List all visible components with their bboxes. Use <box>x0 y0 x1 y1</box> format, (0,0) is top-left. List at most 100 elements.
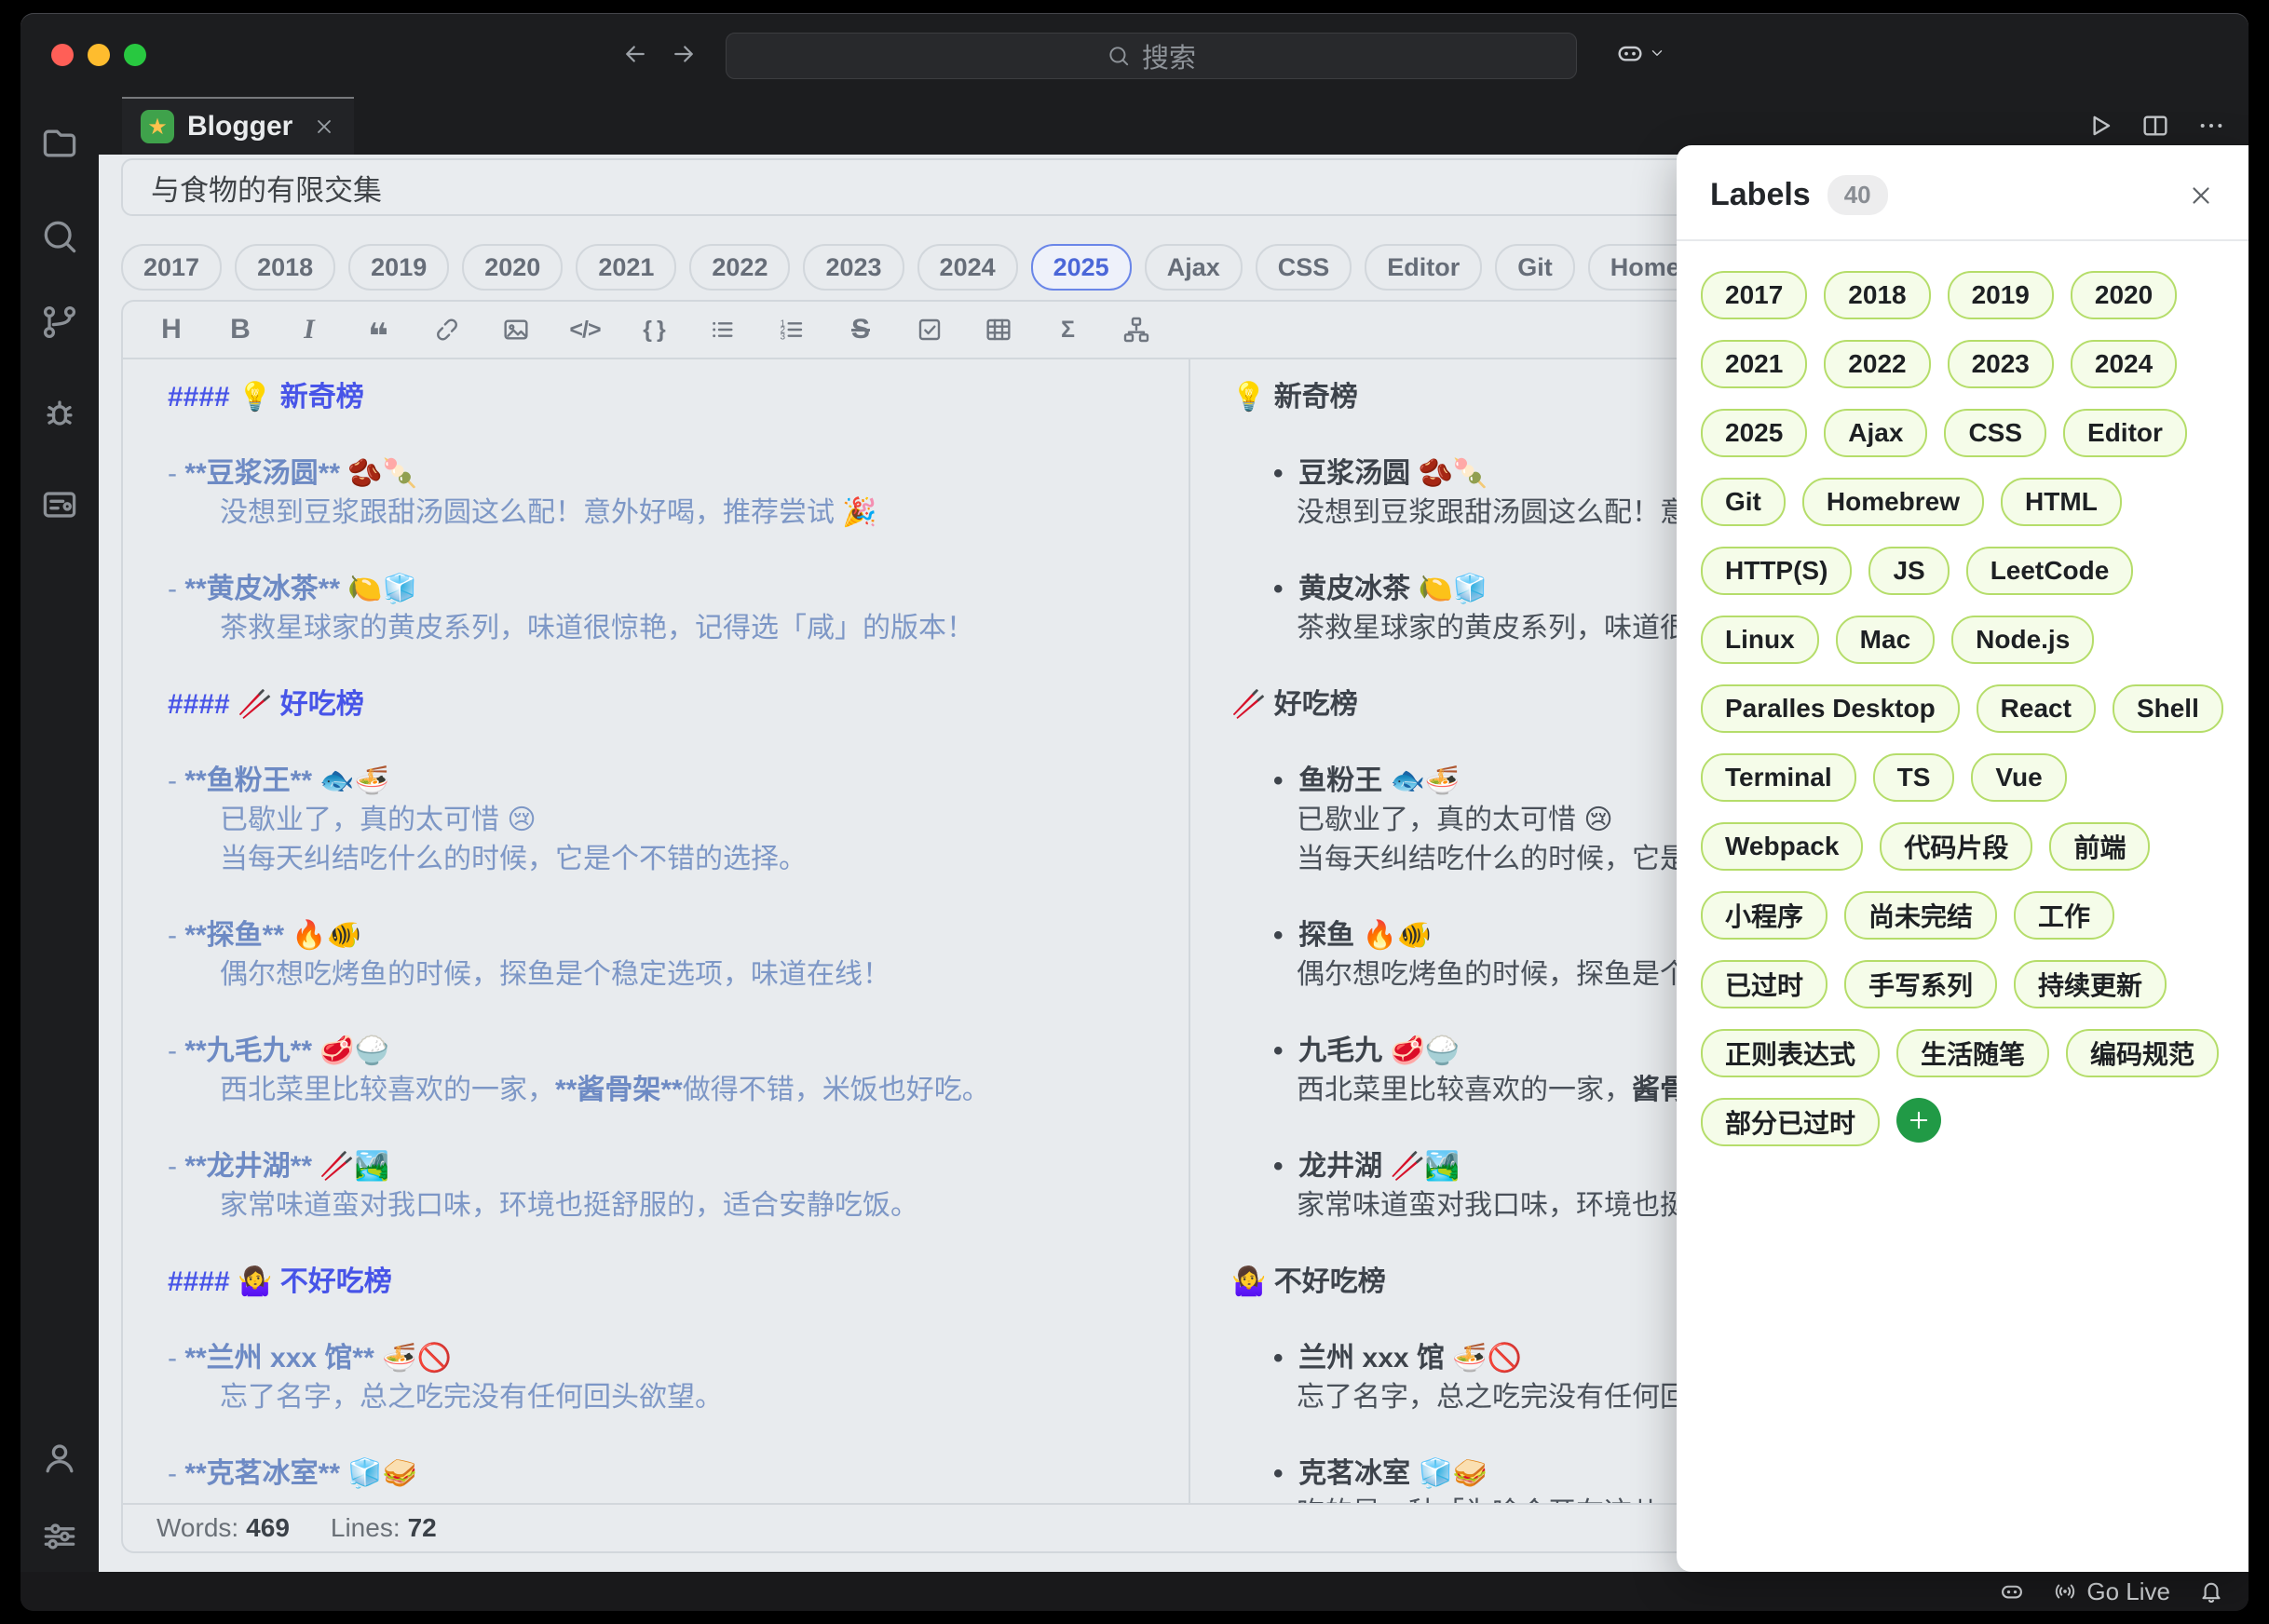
label-chip-Terminal[interactable]: Terminal <box>1701 753 1856 802</box>
go-live-label: Go Live <box>2086 1577 2170 1606</box>
label-chip-已过时[interactable]: 已过时 <box>1701 960 1827 1008</box>
label-chip-Mac[interactable]: Mac <box>1836 616 1935 664</box>
filter-chip-2023[interactable]: 2023 <box>803 244 904 291</box>
label-chip-CSS[interactable]: CSS <box>1944 409 2046 457</box>
copilot-menu[interactable] <box>1615 38 1665 68</box>
image-icon[interactable] <box>499 315 533 345</box>
filter-chip-2021[interactable]: 2021 <box>576 244 676 291</box>
filter-chip-2024[interactable]: 2024 <box>917 244 1018 291</box>
sigma-icon[interactable]: Σ <box>1051 317 1084 344</box>
label-chip-Webpack[interactable]: Webpack <box>1701 822 1863 871</box>
code-icon[interactable]: </> <box>568 317 602 344</box>
flowchart-icon[interactable] <box>1120 315 1153 345</box>
list-ol-icon[interactable]: 123 <box>775 315 808 345</box>
chevron-down-icon <box>1649 45 1665 61</box>
source-control-icon[interactable] <box>39 302 80 343</box>
label-chip-正则表达式[interactable]: 正则表达式 <box>1701 1029 1880 1077</box>
filter-chip-2020[interactable]: 2020 <box>462 244 563 291</box>
minimize-window-button[interactable] <box>88 44 110 66</box>
markdown-source-pane[interactable]: #### 💡 新奇榜- **豆浆汤圆** 🫘🍡没想到豆浆跟甜汤圆这么配！意外好喝… <box>123 359 1190 1503</box>
label-chip-2025[interactable]: 2025 <box>1701 409 1807 457</box>
label-chip-工作[interactable]: 工作 <box>2014 891 2114 940</box>
label-chip-Linux[interactable]: Linux <box>1701 616 1819 664</box>
back-icon[interactable] <box>621 40 649 68</box>
label-chip-HTTP(S)[interactable]: HTTP(S) <box>1701 547 1852 595</box>
label-chip-Paralles Desktop[interactable]: Paralles Desktop <box>1701 684 1960 733</box>
label-chip-LeetCode[interactable]: LeetCode <box>1966 547 2134 595</box>
status-bar: Go Live <box>20 1572 2249 1611</box>
label-chip-前端[interactable]: 前端 <box>2049 822 2150 871</box>
label-chip-Editor[interactable]: Editor <box>2063 409 2187 457</box>
search-view-icon[interactable] <box>39 216 80 257</box>
strikethrough-icon[interactable]: S <box>844 314 877 345</box>
label-chip-2018[interactable]: 2018 <box>1824 271 1930 319</box>
more-icon[interactable] <box>2196 111 2226 141</box>
tab-blogger[interactable]: ★ Blogger <box>122 97 354 155</box>
svg-text:3: 3 <box>780 332 785 342</box>
label-chip-生活随笔[interactable]: 生活随笔 <box>1896 1029 2049 1077</box>
account-icon[interactable] <box>39 1438 80 1479</box>
lines-count: 72 <box>408 1513 437 1543</box>
label-chip-Git[interactable]: Git <box>1701 478 1786 526</box>
label-chip-Homebrew[interactable]: Homebrew <box>1802 478 1984 526</box>
filter-chip-Ajax[interactable]: Ajax <box>1145 244 1243 291</box>
label-chip-编码规范[interactable]: 编码规范 <box>2066 1029 2219 1077</box>
search-input[interactable]: 搜索 <box>726 33 1577 79</box>
label-chip-2024[interactable]: 2024 <box>2071 340 2177 388</box>
copilot-icon <box>1615 38 1645 68</box>
label-chip-React[interactable]: React <box>1977 684 2096 733</box>
close-tab-icon[interactable] <box>313 115 335 138</box>
zoom-window-button[interactable] <box>124 44 146 66</box>
filter-chip-Git[interactable]: Git <box>1495 244 1575 291</box>
filter-chip-CSS[interactable]: CSS <box>1256 244 1352 291</box>
label-chip-2020[interactable]: 2020 <box>2071 271 2177 319</box>
close-window-button[interactable] <box>51 44 74 66</box>
checkbox-icon[interactable] <box>913 315 946 345</box>
forward-icon[interactable] <box>670 40 698 68</box>
filter-chip-2018[interactable]: 2018 <box>235 244 335 291</box>
label-chip-2022[interactable]: 2022 <box>1824 340 1930 388</box>
filter-chip-2022[interactable]: 2022 <box>689 244 790 291</box>
activity-bar <box>20 97 99 1572</box>
go-live-button[interactable]: Go Live <box>2053 1577 2170 1606</box>
settings-icon[interactable] <box>39 1516 80 1557</box>
label-chip-JS[interactable]: JS <box>1868 547 1949 595</box>
label-chip-Ajax[interactable]: Ajax <box>1824 409 1927 457</box>
quote-icon[interactable]: ❝ <box>361 321 395 338</box>
label-chip-2019[interactable]: 2019 <box>1948 271 2054 319</box>
table-icon[interactable] <box>982 315 1015 345</box>
heading-icon[interactable]: H <box>155 314 188 345</box>
filter-chip-2025[interactable]: 2025 <box>1031 244 1132 291</box>
label-chip-Node.js[interactable]: Node.js <box>1951 616 2094 664</box>
label-chip-尚未完结[interactable]: 尚未完结 <box>1844 891 1997 940</box>
italic-icon[interactable]: I <box>292 314 326 345</box>
split-editor-icon[interactable] <box>2140 111 2170 141</box>
filter-chip-Editor[interactable]: Editor <box>1365 244 1482 291</box>
label-chip-小程序[interactable]: 小程序 <box>1701 891 1827 940</box>
label-chip-代码片段[interactable]: 代码片段 <box>1880 822 2032 871</box>
filter-chip-2017[interactable]: 2017 <box>121 244 222 291</box>
run-icon[interactable] <box>2085 111 2114 141</box>
label-chip-Shell[interactable]: Shell <box>2113 684 2223 733</box>
label-chip-2017[interactable]: 2017 <box>1701 271 1807 319</box>
blog-cards-icon[interactable] <box>39 484 80 525</box>
label-chip-2023[interactable]: 2023 <box>1948 340 2054 388</box>
label-chip-2021[interactable]: 2021 <box>1701 340 1807 388</box>
files-icon[interactable] <box>39 123 80 164</box>
label-chip-HTML[interactable]: HTML <box>2001 478 2122 526</box>
debug-icon[interactable] <box>39 393 80 434</box>
copilot-status-icon[interactable] <box>1999 1578 2025 1604</box>
list-ul-icon[interactable] <box>706 315 740 345</box>
close-panel-icon[interactable] <box>2187 182 2215 210</box>
braces-icon[interactable]: { } <box>637 317 671 344</box>
add-label-button[interactable] <box>1896 1098 1941 1143</box>
filter-chip-2019[interactable]: 2019 <box>348 244 449 291</box>
label-chip-部分已过时[interactable]: 部分已过时 <box>1701 1098 1880 1146</box>
label-chip-持续更新[interactable]: 持续更新 <box>2014 960 2167 1008</box>
bell-icon[interactable] <box>2198 1578 2224 1604</box>
link-icon[interactable] <box>430 315 464 345</box>
label-chip-Vue[interactable]: Vue <box>1971 753 2066 802</box>
label-chip-TS[interactable]: TS <box>1873 753 1955 802</box>
bold-icon[interactable]: B <box>224 314 257 345</box>
label-chip-手写系列[interactable]: 手写系列 <box>1844 960 1997 1008</box>
